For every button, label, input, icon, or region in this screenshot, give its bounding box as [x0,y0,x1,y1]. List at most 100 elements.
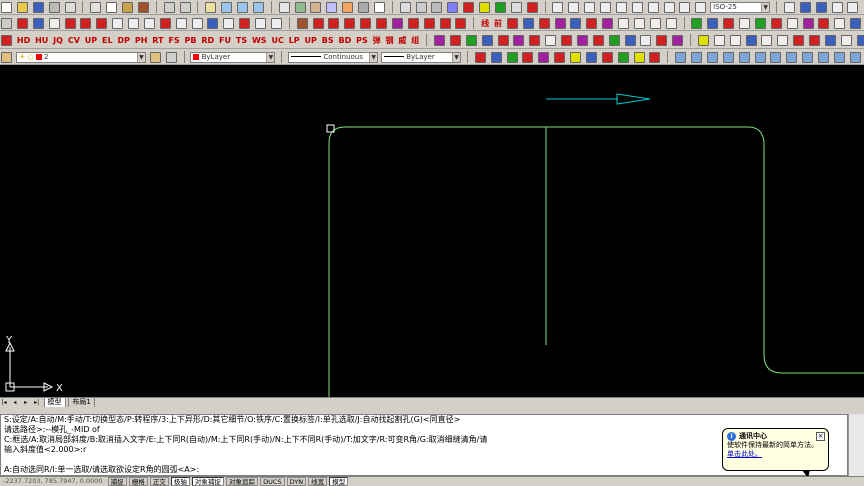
layer-select[interactable]: ☀ ○ 2 ▼ [15,51,146,63]
custom-tool-icon[interactable] [649,17,661,29]
command-window[interactable]: S:设定/A:自动/M:手动/T:切换型态/P:转程序/3:上下异形/D:其它细… [0,414,848,476]
make-current-layer-icon[interactable] [149,51,161,63]
custom-command-label[interactable]: EL [102,36,113,45]
custom-tool-icon[interactable] [497,34,509,46]
properties-tool-icon[interactable] [522,51,534,63]
spline-icon[interactable] [128,17,139,29]
properties-tool-icon[interactable] [585,51,597,63]
modify-tool-icon[interactable] [391,17,403,29]
layer-tool-icon[interactable] [707,17,719,29]
custom-command-label[interactable]: HU [35,36,48,45]
sheet-set-icon[interactable] [326,1,338,13]
custom-tool-icon[interactable] [640,34,652,46]
view-tool-icon[interactable] [783,1,795,13]
draw-tool-icon[interactable] [510,1,522,13]
custom-command-label[interactable]: CV [68,36,80,45]
tab-nav-first-icon[interactable]: |◂ [0,398,8,407]
table-icon[interactable] [255,17,266,29]
undo-icon[interactable] [163,1,175,13]
save-icon[interactable] [32,1,44,13]
custom-command-label[interactable]: UP [305,36,317,45]
custom-command-label[interactable]: UC [271,36,283,45]
custom-tool-icon[interactable] [554,17,566,29]
dim-aligned-icon[interactable] [568,1,580,13]
view-tool-icon[interactable] [799,1,811,13]
view-tool-icon[interactable] [770,51,782,63]
status-polar-button[interactable]: 极轴 [170,477,190,486]
layer-tool-icon[interactable] [786,17,798,29]
custom-command-label[interactable]: 组 [411,35,419,46]
open-file-icon[interactable] [16,1,28,13]
custom-tool-icon[interactable] [434,34,446,46]
status-grid-button[interactable]: 栅格 [128,477,148,486]
properties-tool-icon[interactable] [633,51,645,63]
lineweight-select[interactable]: ByLayer ▼ [381,51,461,63]
custom-command-label[interactable]: 弹 [373,35,381,46]
custom-tool-icon[interactable] [570,17,582,29]
dimstyle-select[interactable]: ISO-25 ▼ [710,1,771,13]
view-tool-icon[interactable] [831,1,843,13]
custom-command-label[interactable]: 前 [494,18,502,29]
custom-tool-icon[interactable] [592,34,604,46]
mtext-icon[interactable] [270,17,282,29]
command-scrollbar[interactable] [848,414,864,476]
custom-tool-icon[interactable] [793,34,805,46]
dim-linear-icon[interactable] [552,1,564,13]
custom-tool-icon[interactable] [513,34,525,46]
view-tool-icon[interactable] [833,51,845,63]
custom-tool-icon[interactable] [856,34,864,46]
layer-tool-icon[interactable] [739,17,750,29]
custom-tool-icon[interactable] [545,34,557,46]
view-tool-icon[interactable] [706,51,718,63]
properties-tool-icon[interactable] [617,51,629,63]
layer-manager-icon[interactable] [1,51,12,63]
dim-diameter-icon[interactable] [631,1,643,13]
layer-tool-icon[interactable] [723,17,735,29]
custom-command-label[interactable]: RD [201,36,214,45]
modify-tool-icon[interactable] [376,17,387,29]
polyline-icon[interactable] [32,17,44,29]
status-ortho-button[interactable]: 正交 [149,477,169,486]
modify-tool-icon[interactable] [360,17,372,29]
layer-tool-icon[interactable] [834,17,846,29]
draw-tool-icon[interactable] [494,1,506,13]
calculator-icon[interactable] [358,1,369,13]
draw-tool-icon[interactable] [526,1,538,13]
custom-tool-icon[interactable] [608,34,620,46]
status-lwt-button[interactable]: 线宽 [308,477,328,486]
view-tool-icon[interactable] [818,51,829,63]
balloon-link[interactable]: 单击此处。 [727,450,824,459]
custom-tool-icon[interactable] [538,17,550,29]
design-center-icon[interactable] [294,1,306,13]
custom-tool-icon[interactable] [672,34,684,46]
layer-tool-icon[interactable] [850,17,862,29]
custom-tool-icon[interactable] [713,34,725,46]
new-file-icon[interactable] [1,1,12,13]
view-tool-icon[interactable] [815,1,827,13]
modify-tool-icon[interactable] [344,17,356,29]
view-tool-icon[interactable] [847,1,859,13]
plot-icon[interactable] [48,1,60,13]
custom-tool-icon[interactable] [529,34,541,46]
linetype-select[interactable]: Continuous ▼ [288,51,379,63]
draw-tool-icon[interactable] [463,1,475,13]
layer-tool-icon[interactable] [818,17,830,29]
revcloud-icon[interactable] [112,17,124,29]
custom-command-label[interactable]: LP [289,36,300,45]
status-osnap-button[interactable]: 对象捕捉 [191,477,224,486]
insert-block-icon[interactable] [159,17,171,29]
custom-tool-icon[interactable] [576,34,588,46]
circle-icon[interactable] [96,17,108,29]
layer-tool-icon[interactable] [770,17,782,29]
custom-command-label[interactable]: RT [152,36,163,45]
view-tool-icon[interactable] [738,51,750,63]
modify-tool-icon[interactable] [407,17,419,29]
draw-tool-icon[interactable] [399,1,411,13]
view-tool-icon[interactable] [722,51,734,63]
view-tool-icon[interactable] [849,51,861,63]
custom-tool-icon[interactable] [602,17,614,29]
status-snap-button[interactable]: 捕捉 [107,477,127,486]
custom-tool-icon[interactable] [618,17,629,29]
custom-command-label[interactable]: WS [252,36,267,45]
custom-tool-icon[interactable] [522,17,534,29]
